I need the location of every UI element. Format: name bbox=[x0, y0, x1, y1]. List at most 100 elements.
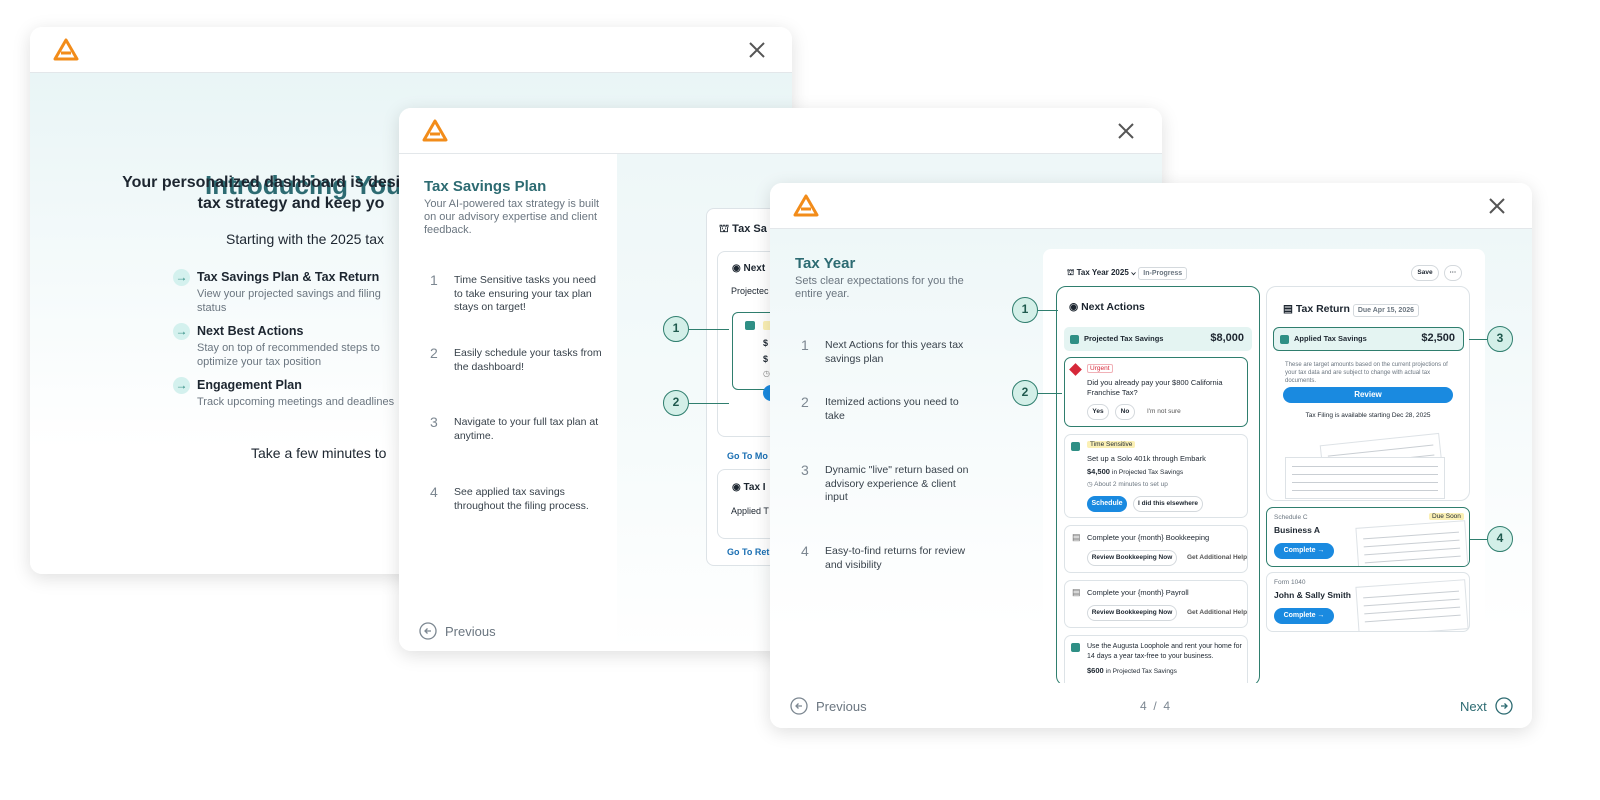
no-button[interactable]: No bbox=[1115, 404, 1135, 420]
previous-button[interactable]: Previous bbox=[790, 697, 867, 715]
dashboard: ⛫ Tax Year 2025 ⌄ In-Progress Save ··· ◉… bbox=[1043, 249, 1485, 683]
action-title: Set up a Solo 401k through Embark bbox=[1087, 454, 1206, 463]
close-icon[interactable] bbox=[746, 39, 768, 61]
step-text: Dynamic "live" return based on advisory … bbox=[825, 464, 969, 503]
previous-button[interactable]: Previous bbox=[419, 622, 496, 640]
step-text: Easily schedule your tasks from the dash… bbox=[454, 347, 602, 373]
feature-title: Tax Savings Plan & Tax Return bbox=[197, 270, 380, 284]
projected-savings-row: Projected Tax Savings $8,000 bbox=[1064, 327, 1252, 351]
yes-button[interactable]: Yes bbox=[1087, 404, 1109, 420]
action-title: Complete your {month} Bookkeeping bbox=[1087, 533, 1210, 542]
applied-value: $2,500 bbox=[1421, 332, 1455, 344]
brand-logo-icon bbox=[793, 194, 819, 217]
not-sure-link[interactable]: I'm not sure bbox=[1147, 408, 1181, 415]
modal-header bbox=[399, 108, 1162, 154]
step-text: Navigate to your full tax plan at anytim… bbox=[454, 416, 599, 442]
callout-badge: 4 bbox=[1487, 526, 1513, 552]
tax-text: Tax I bbox=[743, 482, 766, 493]
callout-line bbox=[1038, 393, 1062, 394]
callout-line bbox=[1469, 539, 1487, 540]
savings-suffix: in Projected Tax Savings bbox=[1105, 668, 1177, 675]
amount-text: $ bbox=[763, 354, 769, 364]
arrow-right-icon: → bbox=[173, 269, 190, 286]
applied-label: Applied Tax Savings bbox=[1294, 334, 1367, 343]
get-help-link[interactable]: Get Additional Help bbox=[1187, 554, 1247, 561]
time-text: About 2 minutes to set up bbox=[1094, 481, 1168, 488]
schedule-c-card: Schedule C Due Soon Business A Complete … bbox=[1266, 507, 1470, 567]
next-actions-panel: ◉ Next Actions Projected Tax Savings $8,… bbox=[1056, 286, 1260, 683]
form-1040-card: Form 1040 John & Sally Smith Complete → bbox=[1266, 572, 1470, 632]
arrow-left-circle-icon bbox=[419, 622, 437, 640]
review-bookkeeping-button[interactable]: Review Bookkeeping Now bbox=[1087, 550, 1177, 566]
step-number: 1 bbox=[430, 272, 438, 288]
goto-link[interactable]: Go To Mo bbox=[727, 451, 768, 461]
document-icon: ▤ bbox=[1072, 532, 1081, 542]
section-title: Tax Savings Plan bbox=[424, 178, 547, 195]
amount-text: $ bbox=[763, 338, 769, 348]
callout-line bbox=[1038, 310, 1058, 311]
close-icon[interactable] bbox=[1486, 195, 1508, 217]
schedule-button[interactable]: Schedule bbox=[1087, 496, 1127, 512]
callout-line bbox=[689, 329, 729, 330]
step-number: 3 bbox=[430, 414, 438, 430]
previous-label: Previous bbox=[816, 698, 867, 714]
step-number: 1 bbox=[801, 337, 809, 353]
projected-text: Projectec bbox=[731, 286, 769, 296]
review-button[interactable]: Review bbox=[1283, 387, 1453, 403]
get-help-link[interactable]: Get Additional Help bbox=[1187, 609, 1247, 616]
callout-badge: 3 bbox=[1487, 326, 1513, 352]
next-actions-text: Next Actions bbox=[1081, 301, 1145, 313]
callout-badge: 2 bbox=[663, 390, 689, 416]
form-type: Form 1040 bbox=[1274, 579, 1306, 586]
piggy-bank-icon bbox=[1070, 335, 1079, 344]
next-label: Next bbox=[1460, 698, 1487, 714]
close-icon[interactable] bbox=[1115, 120, 1137, 142]
subtitle-line: tax strategy and keep yo bbox=[197, 195, 385, 212]
complete-button[interactable]: Complete → bbox=[1274, 543, 1334, 559]
feature-desc: Stay on top of recommended steps to opti… bbox=[197, 342, 380, 368]
goto-link[interactable]: Go To Ret bbox=[727, 547, 769, 557]
step-number: 4 bbox=[430, 484, 438, 500]
due-soon-badge: Due Soon bbox=[1429, 513, 1464, 520]
more-button[interactable]: ··· bbox=[1444, 265, 1462, 281]
action-title: Complete your {month} Payroll bbox=[1087, 588, 1189, 597]
step-text: Time Sensitive tasks you need to take en… bbox=[454, 274, 597, 313]
callout-badge: 1 bbox=[663, 316, 689, 342]
projected-label: Projected Tax Savings bbox=[1084, 334, 1164, 343]
piggy-bank-icon bbox=[1071, 643, 1080, 652]
action-title: Use the Augusta Loophole and rent your h… bbox=[1087, 643, 1242, 660]
savings-line: $600 in Projected Tax Savings bbox=[1087, 666, 1177, 675]
step-text: See applied tax savings throughout the f… bbox=[454, 486, 589, 512]
next-button[interactable]: Next bbox=[1460, 697, 1513, 715]
did-elsewhere-button[interactable]: I did this elsewhere bbox=[1133, 496, 1203, 512]
callout-line bbox=[1469, 339, 1487, 340]
tax-year-text: Tax Year 2025 bbox=[1076, 268, 1129, 277]
callout-line bbox=[689, 403, 729, 404]
time-sensitive-badge: Time Sensitive bbox=[1087, 441, 1136, 448]
piggy-bank-icon bbox=[745, 321, 755, 330]
modal-body: Tax Year Sets clear expectations for you… bbox=[770, 229, 1532, 728]
tax-form-image bbox=[1355, 579, 1469, 631]
tax-return-panel: ▤ Tax Return Due Apr 15, 2026 Applied Ta… bbox=[1266, 286, 1470, 501]
feature-title: Engagement Plan bbox=[197, 378, 302, 392]
section-title: Tax Year bbox=[795, 255, 856, 272]
modal-header bbox=[770, 183, 1532, 229]
urgent-badge: Urgent bbox=[1087, 364, 1113, 373]
savings-value: $600 bbox=[1087, 666, 1104, 675]
urgent-icon bbox=[1069, 363, 1082, 376]
review-bookkeeping-button[interactable]: Review Bookkeeping Now bbox=[1087, 605, 1177, 621]
step-number: 3 bbox=[801, 462, 809, 478]
complete-button[interactable]: Complete → bbox=[1274, 608, 1334, 624]
applied-savings-row: Applied Tax Savings $2,500 bbox=[1273, 327, 1464, 351]
tax-form-image bbox=[1355, 520, 1469, 566]
feature-desc: View your projected savings and filing s… bbox=[197, 288, 381, 314]
arrow-right-circle-icon bbox=[1495, 697, 1513, 715]
tax-year-selector[interactable]: ⛫ Tax Year 2025 ⌄ In-Progress bbox=[1067, 267, 1188, 280]
clock-icon: ◷ bbox=[763, 369, 770, 378]
subtitle: Your personalized dashboard is desig tax… bbox=[116, 172, 416, 214]
arrow-left-circle-icon bbox=[790, 697, 808, 715]
save-button[interactable]: Save bbox=[1411, 265, 1439, 281]
brand-logo-icon bbox=[53, 38, 79, 61]
step-number: 2 bbox=[801, 394, 809, 410]
applied-text: Applied T bbox=[731, 506, 769, 516]
